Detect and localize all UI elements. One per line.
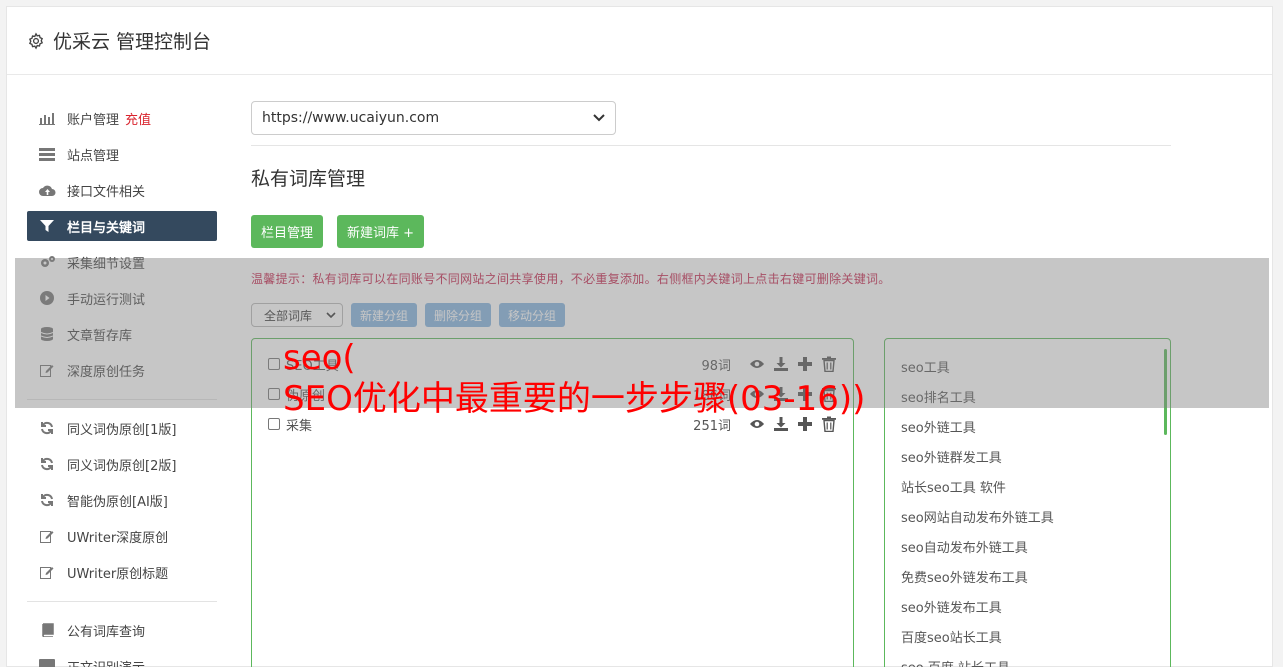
overlay-headline-line1: seo( <box>283 338 356 378</box>
sidebar-item-label: 接口文件相关 <box>67 184 146 200</box>
monitor-icon <box>38 659 56 667</box>
refresh-icon <box>38 457 56 471</box>
book-icon <box>38 623 56 637</box>
new-library-button[interactable]: 新建词库 + <box>337 215 425 248</box>
keyword-item[interactable]: 百度seo站长工具 <box>901 621 1170 651</box>
keyword-item[interactable]: seo网站自动发布外链工具 <box>901 501 1170 531</box>
sidebar-item-label: 栏目与关键词 <box>67 220 146 236</box>
sidebar-item-label: UWriter深度原创 <box>67 530 169 546</box>
bar-chart-icon <box>38 111 56 125</box>
refresh-icon <box>38 421 56 435</box>
chevron-down-icon <box>593 114 605 122</box>
sidebar-item-label: 同义词伪原创[2版] <box>67 458 177 474</box>
page-title: 私有词库管理 <box>251 168 366 190</box>
server-icon <box>38 147 56 161</box>
gear-icon <box>28 31 44 50</box>
overlay-headline: seo( SEO优化中最重要的一步步骤(03-16)) <box>283 338 865 420</box>
refresh-icon <box>38 493 56 507</box>
divider <box>251 145 1171 146</box>
library-checkbox[interactable] <box>268 418 280 430</box>
site-select-value: https://www.ucaiyun.com <box>262 110 440 126</box>
sidebar-divider <box>27 601 217 602</box>
edit-icon <box>38 529 56 543</box>
keyword-item[interactable]: seo外链发布工具 <box>901 591 1170 621</box>
sidebar-item-synonym-v1[interactable]: 同义词伪原创[1版] <box>27 413 217 443</box>
keyword-item[interactable]: 站长seo工具 软件 <box>901 471 1170 501</box>
sidebar-item-interface[interactable]: 接口文件相关 <box>27 175 217 205</box>
keyword-item[interactable]: seo外链群发工具 <box>901 441 1170 471</box>
sidebar-item-label: 同义词伪原创[1版] <box>67 422 177 438</box>
sidebar-item-synonym-v2[interactable]: 同义词伪原创[2版] <box>27 449 217 479</box>
sidebar-item-label: UWriter原创标题 <box>67 566 169 582</box>
action-buttons: 栏目管理 新建词库 + <box>251 215 1171 248</box>
sidebar-item-label: 站点管理 <box>67 148 120 164</box>
keyword-item[interactable]: seo外链工具 <box>901 411 1170 441</box>
sidebar-item-uwriter-deep[interactable]: UWriter深度原创 <box>27 521 217 551</box>
app-title: 优采云 管理控制台 <box>53 31 212 53</box>
sidebar-item-label: 公有词库查询 <box>67 624 146 640</box>
overlay-headline-line2: SEO优化中最重要的一步步骤(03-16)) <box>283 379 866 419</box>
keyword-item[interactable]: seo自动发布外链工具 <box>901 531 1170 561</box>
sidebar-item-sites[interactable]: 站点管理 <box>27 139 217 169</box>
sidebar-item-account[interactable]: 账户管理 充值 <box>27 103 217 133</box>
sidebar-item-public-library[interactable]: 公有词库查询 <box>27 615 217 645</box>
sidebar-item-text-recognition[interactable]: 正文识别演示 <box>27 651 217 667</box>
sidebar-item-uwriter-title[interactable]: UWriter原创标题 <box>27 557 217 587</box>
sidebar-item-ai-rewrite[interactable]: 智能伪原创[AI版] <box>27 485 217 515</box>
sidebar-item-label: 正文识别演示 <box>67 657 145 667</box>
edit-icon <box>38 565 56 579</box>
keyword-item[interactable]: seo 百度 站长工具 <box>901 651 1170 667</box>
recharge-link[interactable]: 充值 <box>125 109 151 128</box>
keyword-item[interactable]: 免费seo外链发布工具 <box>901 561 1170 591</box>
sidebar-item-label: 智能伪原创[AI版] <box>67 494 168 510</box>
sidebar-item-columns-keywords[interactable]: 栏目与关键词 <box>27 211 217 241</box>
filter-icon <box>38 219 56 233</box>
top-bar: 优采云 管理控制台 <box>7 7 1272 75</box>
column-manage-button[interactable]: 栏目管理 <box>251 215 324 248</box>
sidebar-item-label: 账户管理 <box>67 112 120 128</box>
cloud-upload-icon <box>38 183 56 197</box>
site-select[interactable]: https://www.ucaiyun.com <box>251 101 616 135</box>
